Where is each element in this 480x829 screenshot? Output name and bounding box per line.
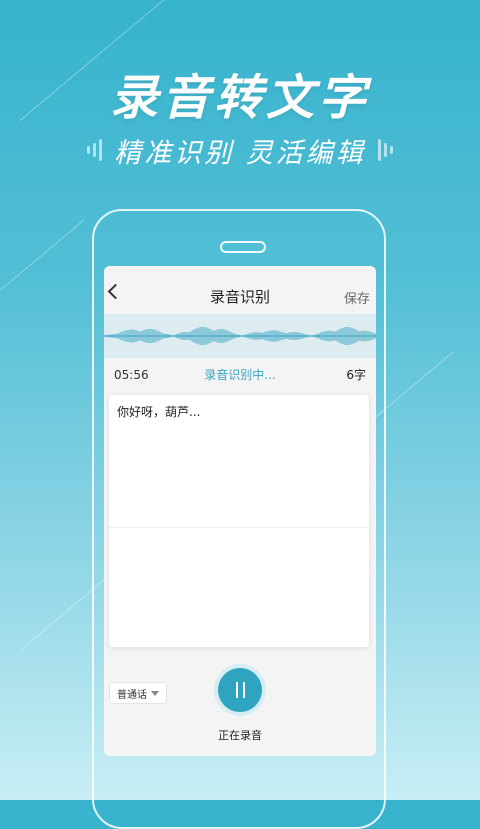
save-button[interactable]: 保存 [344, 288, 370, 307]
phone-screen: 录音识别 保存 05:56 录音识别中... 6字 你好呀，葫芦... 普通话 … [104, 266, 376, 756]
divider [109, 527, 369, 528]
transcript-text: 你好呀，葫芦... [117, 405, 201, 419]
decor-streak [0, 219, 85, 291]
screen-title: 录音识别 [209, 288, 270, 306]
caret-down-icon [151, 690, 159, 696]
hero-subtitle: 精准识别 灵活编辑 [114, 137, 366, 169]
waveform-strip [104, 314, 376, 358]
record-status-label: 正在录音 [218, 729, 262, 742]
language-label: 普通话 [117, 689, 147, 701]
pause-icon-bar [242, 682, 245, 698]
waveform-icon [104, 326, 376, 346]
phone-speaker [220, 241, 266, 253]
transcript-card[interactable]: 你好呀，葫芦... [109, 395, 369, 647]
status-row: 05:56 录音识别中... 6字 [104, 358, 376, 390]
top-bar: 录音识别 保存 [104, 266, 376, 314]
hero-subtitle-row: 精准识别 灵活编辑 [0, 132, 480, 169]
sound-bars-icon [377, 135, 393, 165]
record-button-ring [214, 664, 266, 716]
pause-record-button[interactable] [218, 668, 262, 712]
pause-icon-bar [235, 682, 238, 698]
recognizing-status: 录音识别中... [204, 368, 276, 382]
language-select[interactable]: 普通话 [109, 682, 167, 704]
hero-title: 录音转文字 [109, 70, 370, 126]
sound-bars-icon [87, 135, 103, 165]
char-count: 6字 [346, 368, 366, 382]
